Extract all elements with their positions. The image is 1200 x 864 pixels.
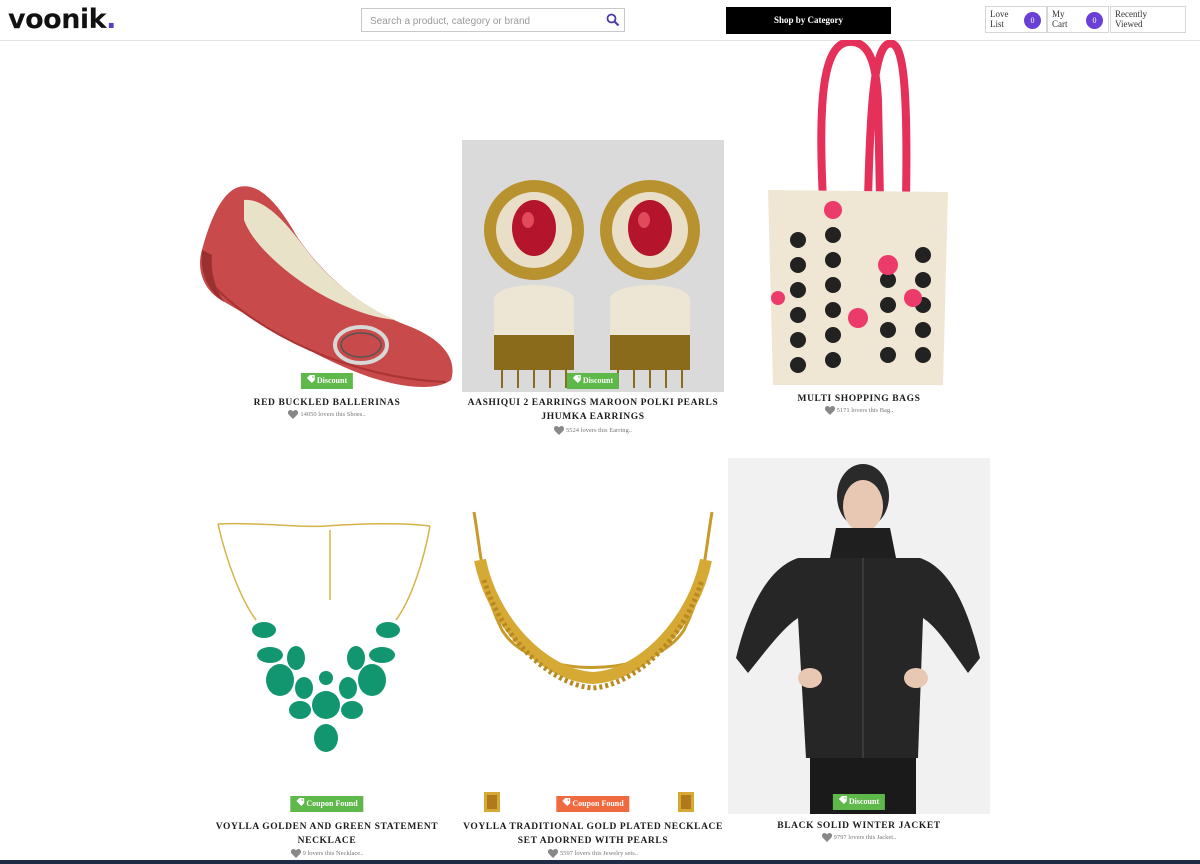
heart-icon[interactable] <box>821 833 832 842</box>
product-title[interactable]: Aashiqui 2 Earrings Maroon Polki Pearls … <box>462 396 724 424</box>
voonik-logo[interactable]: voonik. <box>8 4 116 35</box>
heart-icon[interactable] <box>290 849 301 858</box>
tag-icon <box>306 375 315 383</box>
shop-by-category-button[interactable]: Shop by Category <box>726 7 891 34</box>
love-list-label: Love List <box>990 9 1009 29</box>
product-title[interactable]: Voylla Golden And Green Statement Neckla… <box>196 820 458 848</box>
red-ballerina-shoe-image <box>200 186 453 387</box>
discount-badge[interactable]: Discount <box>300 373 354 389</box>
love-list-count-badge: 0 <box>1024 12 1041 29</box>
search-box[interactable] <box>361 8 625 32</box>
product-lovers-count: 9 lovers this Necklace.. <box>196 849 458 858</box>
recently-viewed-button[interactable]: Recently Viewed <box>1110 6 1186 33</box>
product-image-ballerinas[interactable] <box>196 140 458 390</box>
product-image-earrings[interactable] <box>462 140 724 392</box>
printed-tote-bag-image <box>768 40 948 385</box>
product-image-gold-necklace[interactable] <box>462 500 724 785</box>
product-lovers-count: 9797 lovers this Jacket.. <box>728 833 990 842</box>
product-lovers-count: 5597 lovers this Jewelry sets.. <box>462 849 724 858</box>
tag-icon <box>838 796 847 804</box>
coupon-found-badge[interactable]: Coupon Found <box>290 796 364 812</box>
earring-thumbnail-icon <box>678 792 694 812</box>
love-list-button[interactable]: Love List 0 <box>985 6 1047 33</box>
gold-plated-necklace-image <box>472 511 714 691</box>
product-lovers-count: 5524 lovers this Earring.. <box>462 426 724 435</box>
heart-icon[interactable] <box>824 406 835 415</box>
heart-icon[interactable] <box>547 849 559 858</box>
coupon-found-badge[interactable]: Coupon Found <box>556 796 630 812</box>
product-card-gold-necklace[interactable]: Coupon Found Voylla Traditional Gold Pla… <box>462 500 724 864</box>
jhumka-earrings-image <box>462 140 724 392</box>
heart-icon[interactable] <box>288 410 299 419</box>
product-image-green-necklace[interactable] <box>196 500 458 790</box>
my-cart-button[interactable]: My Cart 0 <box>1047 6 1109 33</box>
tag-icon <box>296 798 305 806</box>
heart-icon[interactable] <box>553 426 565 435</box>
product-title[interactable]: Black Solid Winter Jacket <box>728 819 990 833</box>
product-card-earrings[interactable]: Discount Aashiqui 2 Earrings Maroon Polk… <box>462 140 724 440</box>
recently-viewed-label: Recently Viewed <box>1115 9 1147 29</box>
green-statement-necklace-image <box>217 522 431 752</box>
top-navigation-bar: voonik. Shop by Category Love List 0 My … <box>0 0 1200 41</box>
page-bottom-border <box>0 860 1200 864</box>
earring-thumbnail-icon <box>484 792 500 812</box>
search-input[interactable] <box>368 11 602 31</box>
product-image-black-jacket[interactable] <box>728 458 990 814</box>
product-title[interactable]: Voylla Traditional Gold Plated Necklace … <box>462 820 724 848</box>
discount-badge[interactable]: Discount <box>566 373 620 389</box>
product-card-black-jacket[interactable]: Discount Black Solid Winter Jacket 9797 … <box>728 458 990 864</box>
tag-icon <box>572 375 581 383</box>
product-image-shopping-bag[interactable] <box>728 40 990 390</box>
search-icon[interactable] <box>606 13 620 27</box>
cart-count-badge: 0 <box>1086 12 1103 29</box>
product-lovers-count: 5171 lovers this Bag.. <box>728 406 990 415</box>
black-winter-jacket-image <box>728 458 990 814</box>
discount-badge[interactable]: Discount <box>832 794 886 810</box>
product-card-ballerinas[interactable]: Discount Red Buckled Ballerinas 14050 lo… <box>196 140 458 440</box>
product-card-shopping-bag[interactable]: Multi Shopping Bags 5171 lovers this Bag… <box>728 40 990 430</box>
tag-icon <box>562 798 571 806</box>
product-lovers-count: 14050 lovers this Shoes.. <box>196 410 458 419</box>
product-card-green-necklace[interactable]: Coupon Found Voylla Golden And Green Sta… <box>196 500 458 864</box>
product-title[interactable]: Red Buckled Ballerinas <box>196 396 458 410</box>
product-title[interactable]: Multi Shopping Bags <box>728 392 990 406</box>
my-cart-label: My Cart <box>1052 9 1068 29</box>
